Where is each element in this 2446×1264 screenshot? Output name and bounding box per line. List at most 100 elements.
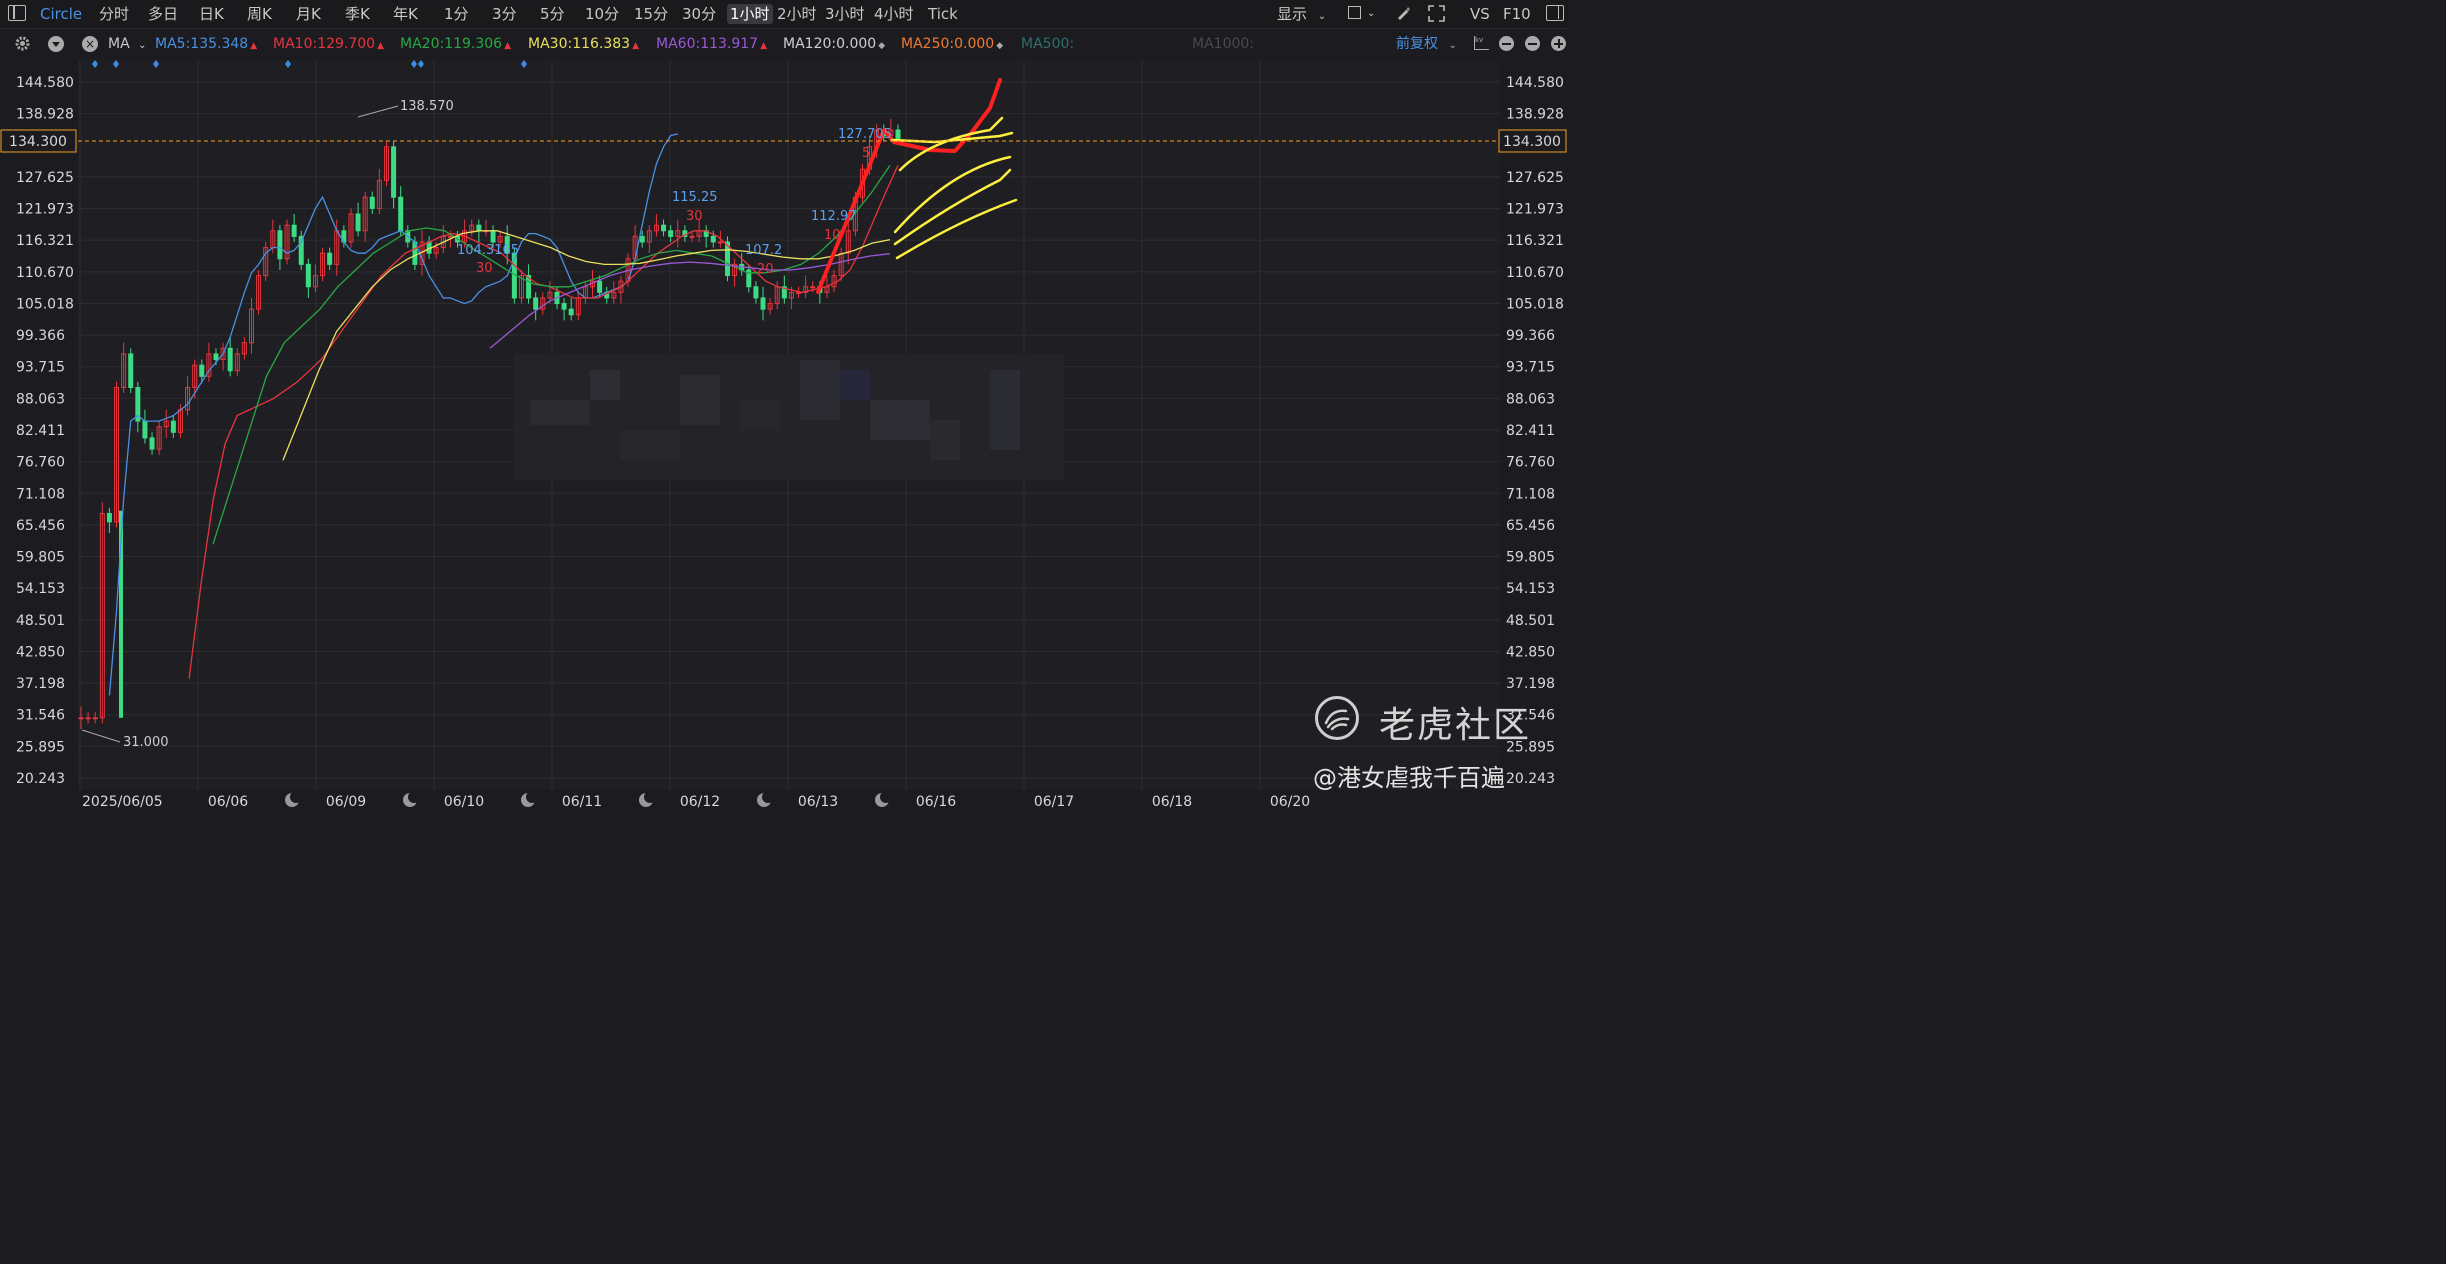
- vs-button[interactable]: VS: [1470, 4, 1490, 24]
- candle-body: [426, 241, 432, 254]
- period-tab-3min[interactable]: 3分: [492, 4, 517, 24]
- bar-count-label: 30: [686, 209, 703, 224]
- candle-body: [668, 230, 674, 237]
- period-tab-4hour[interactable]: 4小时: [874, 4, 914, 24]
- price-chart[interactable]: 138.570 31.000 104.3165 30 115.25 30 107.2 20 11…: [0, 0, 1568, 810]
- display-label: 显示: [1277, 5, 1308, 23]
- moon-icon-body: [403, 793, 417, 807]
- candle-body: [518, 275, 524, 299]
- watermark-username: @港女虐我千百遍: [1313, 764, 1505, 792]
- period-tab-yearly[interactable]: 年K: [393, 4, 418, 24]
- moon-icon: [639, 791, 656, 807]
- minus-circle-icon[interactable]: [1499, 36, 1514, 51]
- period-tab-monthly[interactable]: 月K: [296, 4, 321, 24]
- panel-toggle-icon[interactable]: [1546, 5, 1564, 21]
- candle-body: [611, 291, 617, 299]
- candle-body: [369, 196, 375, 209]
- yellow-drawn-line: [895, 198, 1018, 260]
- display-menu[interactable]: 显示 ⌄: [1277, 4, 1326, 27]
- candle-body: [362, 196, 368, 232]
- adjust-select[interactable]: 前复权 ⌄: [1396, 36, 1457, 54]
- plus-circle-icon[interactable]: [1551, 36, 1566, 51]
- candle-body: [504, 235, 510, 254]
- moon-icon-body: [757, 793, 771, 807]
- period-tab-daily[interactable]: 日K: [199, 4, 224, 24]
- blur-region: [514, 355, 1064, 480]
- period-tab-weekly[interactable]: 周K: [247, 4, 272, 24]
- period-tab-5min[interactable]: 5分: [540, 4, 565, 24]
- y-tick-label: 71.108: [16, 486, 65, 502]
- candle-body: [128, 353, 134, 389]
- period-tab-1hour[interactable]: 1小时: [727, 4, 773, 24]
- candle-body: [724, 241, 730, 277]
- period-tab-2hour[interactable]: 2小时: [777, 4, 817, 24]
- minus-circle-icon[interactable]: [1525, 36, 1540, 51]
- candle-body: [277, 230, 283, 260]
- indicator-select[interactable]: MA ⌄: [108, 36, 147, 54]
- candle-body: [717, 241, 723, 244]
- candle-body: [575, 297, 581, 316]
- sidebar-toggle-icon[interactable]: [8, 5, 26, 21]
- candle-body: [803, 286, 809, 293]
- collapse-icon[interactable]: [48, 36, 64, 52]
- symbol-name[interactable]: Circle: [40, 4, 82, 24]
- event-marker-icon: [153, 60, 159, 68]
- period-tab-30min[interactable]: 30分: [682, 4, 716, 24]
- gear-icon[interactable]: [14, 35, 31, 56]
- period-tab-quarterly[interactable]: 季K: [345, 4, 370, 24]
- candle-body: [241, 342, 247, 355]
- period-tab-tick[interactable]: Tick: [928, 4, 958, 24]
- candle-body: [298, 235, 304, 265]
- moon-icon-cut: [408, 791, 420, 803]
- event-marker-icon: [92, 60, 98, 68]
- yellow-drawn-line: [890, 131, 1014, 144]
- y-tick-label: 144.580: [16, 75, 74, 91]
- x-axis: 2025/06/05 06/06 06/09 06/10 06/11 06/12 06/13…: [82, 791, 1310, 810]
- period-tab-1min[interactable]: 1分: [444, 4, 469, 24]
- chart-type-icon[interactable]: kv: [1474, 36, 1489, 50]
- flat-diamond-icon: ◆: [996, 41, 1004, 51]
- period-tab-3hour[interactable]: 3小时: [825, 4, 865, 24]
- blur-block: [740, 400, 780, 430]
- close-icon[interactable]: ×: [82, 36, 98, 52]
- moon-icon: [285, 791, 302, 807]
- f10-button[interactable]: F10: [1503, 4, 1531, 24]
- candle-body: [788, 291, 794, 299]
- ma5-value: MA5:135.348 ▲: [155, 36, 258, 52]
- y-tick-label: 138.928: [16, 107, 74, 123]
- x-tick-label: 06/16: [916, 794, 956, 810]
- y-tick-label: 76.760: [1506, 455, 1555, 471]
- candle-body: [355, 213, 361, 232]
- candle-body: [852, 196, 858, 232]
- up-arrow-icon: ▲: [632, 41, 640, 51]
- yellow-drawn-line: [898, 116, 1004, 172]
- checkbox-icon[interactable]: [1348, 6, 1361, 19]
- candle-body: [476, 224, 482, 232]
- red-drawn-line: [816, 78, 1002, 294]
- y-tick-label: 65.456: [1506, 518, 1555, 534]
- period-tab-10min[interactable]: 10分: [585, 4, 619, 24]
- period-tab-15min[interactable]: 15分: [634, 4, 668, 24]
- event-marker-icon: [411, 60, 417, 68]
- fullscreen-icon[interactable]: [1428, 5, 1445, 27]
- candle-body: [682, 230, 688, 237]
- candle-body: [895, 129, 901, 141]
- high-price-label: 138.570: [400, 99, 454, 114]
- candle-body: [604, 291, 610, 299]
- candle-body: [220, 347, 226, 361]
- candle-body: [263, 247, 269, 277]
- candle-body: [192, 364, 198, 389]
- price-tag-right-text: 134.300: [1503, 134, 1561, 150]
- candle-body: [163, 420, 169, 428]
- candle-body: [753, 286, 759, 299]
- candle-body: [305, 263, 311, 288]
- y-tick-label: 31.546: [16, 708, 65, 724]
- period-tab-intraday[interactable]: 分时: [99, 4, 129, 24]
- x-tick-label: 06/20: [1270, 794, 1310, 810]
- candle-body: [284, 224, 290, 260]
- period-tab-multiday[interactable]: 多日: [148, 4, 178, 24]
- y-tick-label: 116.321: [16, 233, 74, 249]
- brush-icon[interactable]: [1395, 5, 1411, 26]
- y-tick-label: 93.715: [1506, 360, 1555, 376]
- chevron-down-icon[interactable]: ⌄: [1367, 4, 1375, 24]
